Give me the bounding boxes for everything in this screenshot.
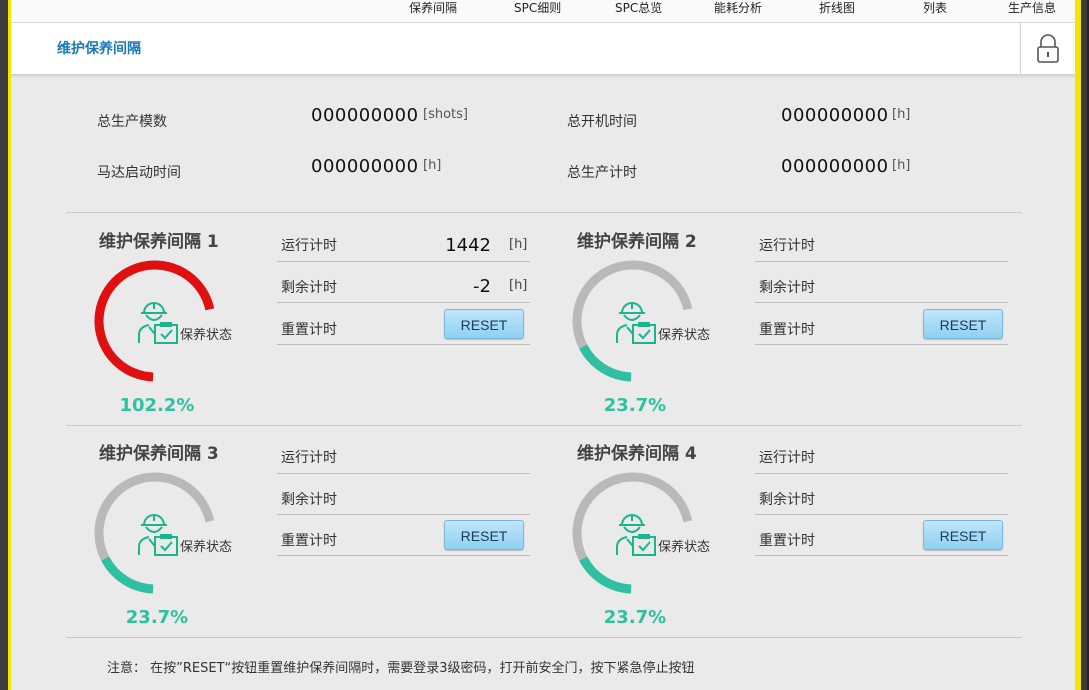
summary-label-production-time: 总生产计时 — [567, 165, 637, 181]
page-header: 维护保养间隔 — [11, 23, 1075, 75]
status-label: 保养状态 — [658, 540, 711, 555]
remain-time-label: 剩余计时 — [281, 280, 337, 296]
run-time-label: 运行计时 — [759, 450, 815, 466]
worker-checklist-icon — [138, 302, 178, 344]
panel-title: 维护保养间隔 1 — [99, 232, 219, 252]
run-time-unit: [h] — [509, 237, 528, 252]
summary-value-production-time: 000000000 — [781, 156, 889, 177]
run-time-label: 运行计时 — [281, 450, 337, 466]
reset-notice: 注意： 在按”RESET“按钮重置维护保养间隔时，需要登录3级密码，打开前安全门… — [107, 661, 695, 676]
row-divider — [755, 344, 1008, 345]
summary-label-total-shots: 总生产模数 — [97, 114, 167, 130]
percent-label: 102.2% — [119, 395, 195, 416]
remain-time-label: 剩余计时 — [759, 492, 815, 508]
reset-time-label: 重置计时 — [759, 322, 815, 338]
worker-checklist-icon — [616, 302, 656, 344]
main-window: 保养间隔 SPC细则 SPC总览 能耗分析 折线图 列表 生产信息 维护保养间隔… — [8, 0, 1081, 690]
divider — [66, 212, 1022, 213]
percent-label: 23.7% — [125, 607, 189, 628]
remain-time-label: 剩余计时 — [281, 492, 337, 508]
remain-time-label: 剩余计时 — [759, 280, 815, 296]
summary-value-total-shots: 000000000 — [311, 105, 419, 126]
row-divider — [277, 514, 530, 515]
status-label: 保养状态 — [658, 328, 711, 343]
worker-checklist-icon — [138, 514, 178, 556]
nav-item-line-chart[interactable]: 折线图 — [819, 0, 855, 22]
summary-unit-total-on-time: [h] — [892, 107, 911, 122]
reset-button[interactable]: RESET — [923, 309, 1003, 339]
run-time-value: 1442 — [445, 235, 491, 256]
reset-time-label: 重置计时 — [281, 322, 337, 338]
status-label: 保养状态 — [180, 328, 233, 343]
row-divider — [755, 514, 1008, 515]
top-nav: 保养间隔 SPC细则 SPC总览 能耗分析 折线图 列表 生产信息 — [11, 0, 1075, 23]
divider — [66, 425, 1022, 426]
reset-button[interactable]: RESET — [444, 520, 524, 550]
percent-label: 23.7% — [603, 607, 667, 628]
summary-unit-motor-time: [h] — [423, 158, 442, 173]
reset-button[interactable]: RESET — [444, 309, 524, 339]
reset-button[interactable]: RESET — [923, 520, 1003, 550]
gauge-fill — [579, 556, 632, 594]
row-divider — [755, 302, 1008, 303]
gauge-fill — [101, 556, 154, 594]
nav-item-list[interactable]: 列表 — [923, 0, 947, 22]
row-divider — [277, 302, 530, 303]
gauge-fill — [579, 344, 632, 382]
panel-title: 维护保养间隔 2 — [577, 232, 697, 252]
lock-button[interactable] — [1020, 23, 1075, 74]
divider — [66, 637, 1022, 638]
row-divider — [755, 473, 1008, 474]
summary-label-motor-time: 马达启动时间 — [97, 165, 181, 181]
nav-item-maintenance-interval[interactable]: 保养间隔 — [409, 0, 457, 22]
reset-time-label: 重置计时 — [281, 533, 337, 549]
panel-title: 维护保养间隔 3 — [99, 444, 219, 464]
run-time-label: 运行计时 — [759, 238, 815, 254]
row-divider — [755, 555, 1008, 556]
lock-icon — [1037, 34, 1059, 63]
remain-time-value: -2 — [473, 276, 491, 297]
nav-item-energy-analysis[interactable]: 能耗分析 — [714, 0, 762, 22]
background-window-strip — [0, 0, 8, 690]
nav-item-spc-overview[interactable]: SPC总览 — [615, 0, 662, 22]
nav-item-production-info[interactable]: 生产信息 — [1008, 0, 1056, 22]
reset-time-label: 重置计时 — [759, 533, 815, 549]
summary-value-total-on-time: 000000000 — [781, 105, 889, 126]
run-time-label: 运行计时 — [281, 238, 337, 254]
row-divider — [277, 555, 530, 556]
row-divider — [277, 261, 530, 262]
summary-label-total-on-time: 总开机时间 — [567, 114, 637, 130]
panel-title: 维护保养间隔 4 — [577, 444, 697, 464]
nav-item-spc-detail[interactable]: SPC细则 — [514, 0, 561, 22]
status-label: 保养状态 — [180, 540, 233, 555]
summary-unit-production-time: [h] — [892, 158, 911, 173]
row-divider — [277, 473, 530, 474]
row-divider — [277, 344, 530, 345]
page-title: 维护保养间隔 — [57, 41, 141, 57]
summary-unit-total-shots: [shots] — [423, 107, 468, 122]
percent-label: 23.7% — [603, 395, 667, 416]
remain-time-unit: [h] — [509, 278, 528, 293]
summary-value-motor-time: 000000000 — [311, 156, 419, 177]
row-divider — [755, 261, 1008, 262]
worker-checklist-icon — [616, 514, 656, 556]
